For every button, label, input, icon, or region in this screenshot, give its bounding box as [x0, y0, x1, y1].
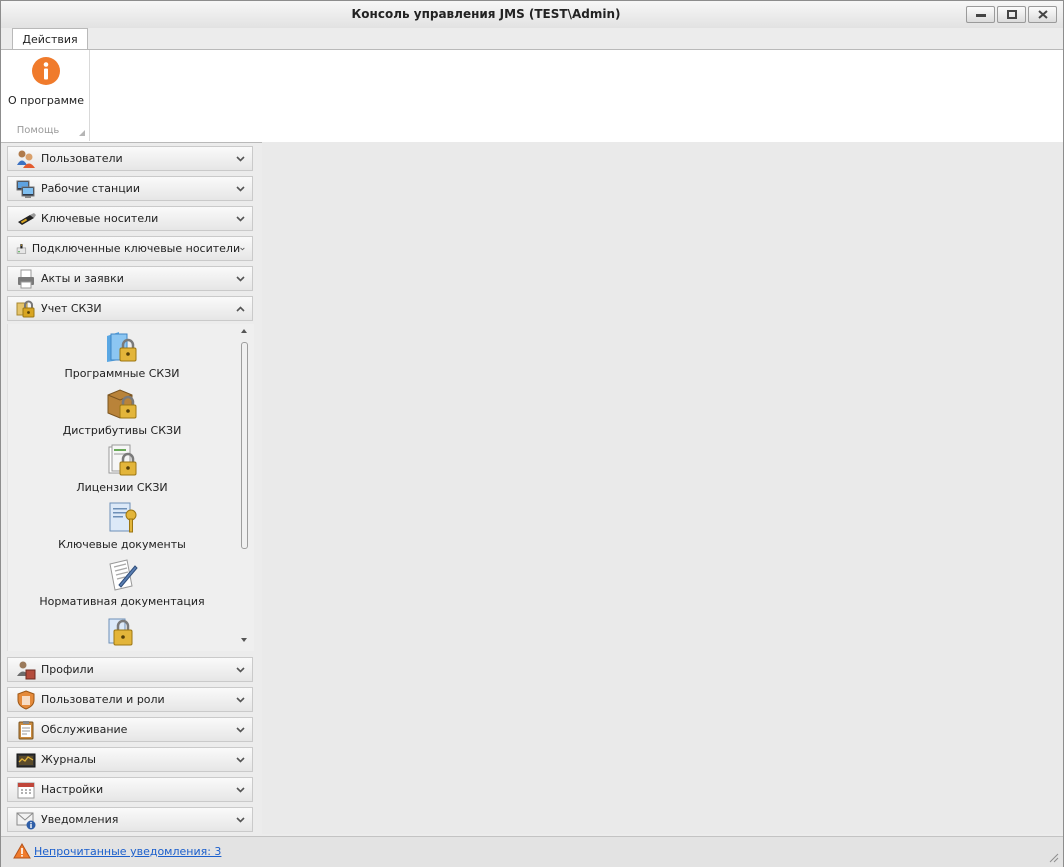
info-icon [32, 57, 60, 85]
chevron-down-icon [236, 726, 245, 733]
nav-section-users-roles[interactable]: Пользователи и роли [7, 687, 253, 712]
clipboard-icon [18, 720, 34, 739]
nav-section-label: Профили [41, 663, 94, 676]
resize-grip-icon[interactable] [1047, 851, 1059, 863]
chevron-down-icon [236, 215, 245, 222]
chevron-down-icon [236, 696, 245, 703]
printer-docs-icon [18, 269, 34, 288]
about-button-label: О программе [8, 94, 84, 107]
nav-section-users[interactable]: Пользователи [7, 146, 253, 171]
skzi-item-distributions[interactable]: Дистрибутивы СКЗИ [8, 387, 236, 437]
main-content-area [262, 142, 1063, 834]
skzi-item-label: Ключевые документы [58, 538, 186, 551]
skzi-item-software[interactable]: Программные СКЗИ [8, 330, 236, 380]
chevron-down-icon [236, 155, 245, 162]
status-bar: Непрочитанные уведомления: 3 [1, 836, 1063, 867]
nav-section-label: Учет СКЗИ [41, 302, 102, 315]
window-title: Консоль управления JMS (TEST\Admin) [351, 7, 621, 21]
chevron-down-icon [236, 666, 245, 673]
journal-icon [16, 753, 36, 767]
close-icon [1037, 10, 1048, 19]
ribbon-group-label: Помощь [16, 125, 60, 136]
roles-shield-icon [17, 689, 35, 710]
dialog-launcher-icon[interactable] [79, 130, 85, 136]
usb-key-icon [18, 212, 36, 225]
lock-folder-icon [16, 300, 35, 317]
nav-section-label: Акты и заявки [41, 272, 124, 285]
warning-icon [13, 843, 31, 859]
nav-section-notifications[interactable]: Уведомления [7, 807, 253, 832]
chevron-up-icon [236, 305, 245, 312]
nav-section-settings[interactable]: Настройки [7, 777, 253, 802]
ribbon-tab-strip: Действия [1, 28, 1063, 50]
docs-lock-icon [108, 618, 133, 646]
regulatory-doc-icon [109, 559, 138, 591]
chevron-down-icon [236, 185, 245, 192]
nav-section-workstations[interactable]: Рабочие станции [7, 176, 253, 201]
folder-lock-icon [107, 332, 137, 362]
nav-section-connected-key-media[interactable]: Подключенные ключевые носители [7, 236, 253, 261]
maximize-icon [1006, 10, 1017, 19]
window-controls [966, 6, 1057, 23]
skzi-item-licenses[interactable]: Лицензии СКЗИ [8, 444, 236, 494]
title-bar: Консоль управления JMS (TEST\Admin) [1, 1, 1063, 28]
minimize-button[interactable] [966, 6, 995, 23]
key-document-icon [109, 502, 137, 533]
chevron-down-icon [236, 816, 245, 823]
nav-section-acts-requests[interactable]: Акты и заявки [7, 266, 253, 291]
box-lock-icon [107, 389, 137, 419]
skzi-item-label: Лицензии СКЗИ [76, 481, 168, 494]
nav-section-journals[interactable]: Журналы [7, 747, 253, 772]
chevron-down-icon [240, 247, 245, 250]
tab-actions[interactable]: Действия [12, 28, 88, 50]
nav-section-key-media[interactable]: Ключевые носители [7, 206, 253, 231]
maximize-button[interactable] [997, 6, 1026, 23]
license-lock-icon [108, 444, 137, 476]
minimize-icon [975, 13, 986, 17]
nav-section-label: Настройки [41, 783, 104, 796]
unread-notifications-link[interactable]: Непрочитанные уведомления: 3 [34, 845, 221, 858]
skzi-item-regulatory-docs[interactable]: Нормативная документация [8, 558, 236, 608]
skzi-item-label: Дистрибутивы СКЗИ [62, 424, 182, 437]
close-button[interactable] [1028, 6, 1057, 23]
skzi-item-label: Программные СКЗИ [64, 367, 180, 380]
workstations-icon [16, 180, 35, 198]
nav-section-maintenance[interactable]: Обслуживание [7, 717, 253, 742]
nav-section-label: Уведомления [41, 813, 119, 826]
ribbon-panel: О программе Помощь [1, 49, 1063, 143]
skzi-item-key-documents[interactable]: Ключевые документы [8, 501, 236, 551]
skzi-item-partial[interactable] [8, 615, 236, 649]
nav-section-label: Пользователи [41, 152, 123, 165]
navigation-panel: Пользователи Рабочие станции Ключевые но… [7, 144, 254, 834]
users-icon [17, 150, 35, 168]
nav-section-label: Подключенные ключевые носители [31, 242, 241, 255]
chevron-down-icon [236, 275, 245, 282]
nav-section-label: Пользователи и роли [41, 693, 165, 706]
nav-section-label: Журналы [41, 753, 96, 766]
skzi-items-list: Программные СКЗИ Дистрибутивы СКЗИ Лицен… [7, 324, 254, 651]
nav-section-profiles[interactable]: Профили [7, 657, 253, 682]
nav-section-label: Ключевые носители [41, 212, 159, 225]
scroll-down-icon[interactable] [241, 638, 247, 642]
skzi-item-label: Нормативная документация [39, 595, 205, 608]
settings-calendar-icon [17, 782, 35, 798]
nav-section-label: Рабочие станции [41, 182, 140, 195]
ribbon-group-help: О программе Помощь [5, 50, 90, 141]
nav-section-label: Обслуживание [41, 723, 128, 736]
chevron-down-icon [236, 756, 245, 763]
scrollbar-thumb[interactable] [241, 342, 248, 549]
scroll-up-icon[interactable] [241, 329, 247, 333]
profiles-icon [17, 661, 36, 679]
envelope-icon [16, 812, 36, 829]
app-window: Консоль управления JMS (TEST\Admin) Дейс… [0, 0, 1064, 867]
nav-section-skzi-accounting[interactable]: Учет СКЗИ [7, 296, 253, 321]
chevron-down-icon [236, 786, 245, 793]
about-button[interactable]: О программе [5, 52, 87, 112]
vertical-scrollbar[interactable] [239, 326, 249, 646]
connected-key-icon [16, 243, 27, 254]
